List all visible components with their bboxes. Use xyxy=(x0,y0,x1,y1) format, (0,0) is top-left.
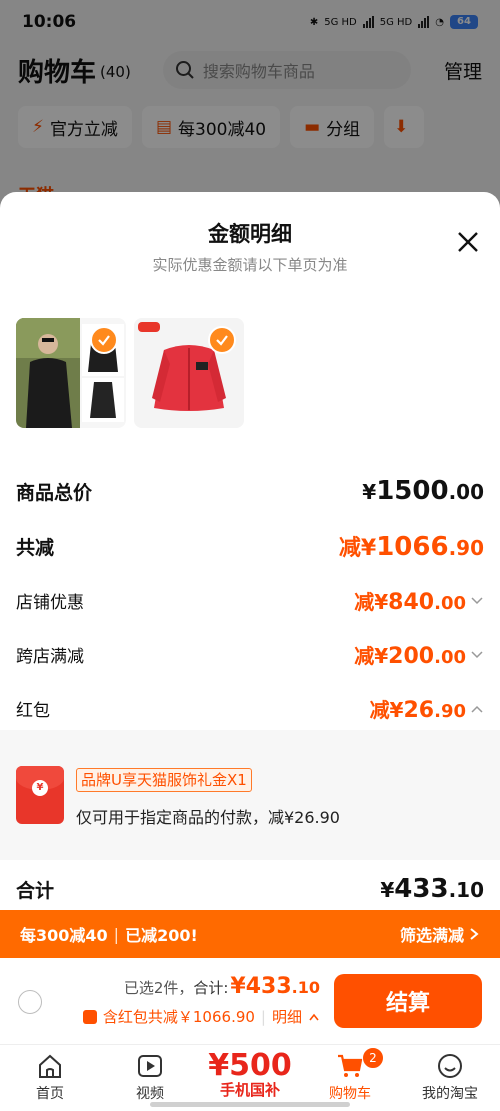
amount-detail-sheet: 金额明细 实际优惠金额请以下单页为准 商品总价 ¥ 1500 .00 共减 减¥… xyxy=(0,192,500,910)
promo-rule: 每300减40 xyxy=(20,926,108,945)
sheet-title: 金额明细 xyxy=(208,222,292,246)
shop-discount-value: 减¥ 840 .00 xyxy=(354,586,484,615)
row-label: 店铺优惠 xyxy=(16,593,84,613)
tab-home[interactable]: 首页 xyxy=(0,1045,100,1111)
discount-summary[interactable]: 含红包共减￥1066.90 | 明细 xyxy=(82,1006,320,1027)
row-label: 共减 xyxy=(16,536,55,559)
promo-saved: 已减200! xyxy=(125,926,198,945)
sum-value: ¥ 433 .10 xyxy=(380,874,484,904)
filter-discount-link[interactable]: 筛选满减 xyxy=(400,922,480,946)
chevron-up-icon xyxy=(309,1013,319,1020)
selection-summary: 已选2件， 合计: ¥433 .10 xyxy=(123,974,320,999)
select-all-checkbox[interactable] xyxy=(18,990,42,1014)
tab-my-taobao[interactable]: 我的淘宝 xyxy=(400,1045,500,1111)
row-shop-discount[interactable]: 店铺优惠 减¥ 840 .00 xyxy=(16,586,484,615)
coupon-tag: 品牌U享天猫服饰礼金X1 xyxy=(76,768,252,792)
chevron-down-icon xyxy=(471,650,483,658)
checkout-button[interactable]: 结算 xyxy=(334,974,482,1028)
close-icon[interactable] xyxy=(456,230,480,254)
row-label: 红包 xyxy=(16,701,50,721)
row-label: 跨店满减 xyxy=(16,647,84,667)
row-label: 商品总价 xyxy=(16,481,93,504)
checkout-total: ¥433 xyxy=(230,974,292,999)
red-packet-value: 减¥ 26 .90 xyxy=(370,694,484,723)
promo-bar: 每300减40 | 已减200! 筛选满减 xyxy=(0,910,500,958)
row-total-price: 商品总价 ¥ 1500 .00 xyxy=(16,476,484,506)
promo-amount: ¥500 xyxy=(208,1048,292,1083)
total-reduction-value: 减¥ 1066 .90 xyxy=(338,532,484,562)
row-sum: 合计 ¥ 433 .10 xyxy=(16,874,484,904)
selected-products xyxy=(16,318,244,428)
cart-badge: 2 xyxy=(362,1047,384,1069)
row-cross-store[interactable]: 跨店满减 减¥ 200 .00 xyxy=(16,640,484,669)
detail-toggle[interactable]: 明细 xyxy=(272,1006,302,1027)
total-price-value: ¥ 1500 .00 xyxy=(362,476,484,506)
product-thumb-black-jacket[interactable] xyxy=(16,318,126,428)
row-red-packet[interactable]: 红包 减¥ 26 .90 xyxy=(16,694,484,723)
sheet-subtitle: 实际优惠金额请以下单页为准 xyxy=(152,256,348,274)
coupon-description: 仅可用于指定商品的付款，减¥26.90 xyxy=(76,808,340,827)
promo-label: 手机国补 xyxy=(219,1081,280,1099)
chevron-right-icon xyxy=(470,928,479,940)
profile-icon xyxy=(438,1054,462,1078)
video-icon xyxy=(138,1055,162,1077)
selected-check-icon[interactable] xyxy=(90,326,118,354)
red-packet-icon xyxy=(82,1009,97,1024)
chevron-up-icon xyxy=(471,705,483,713)
sum-label: 合计 xyxy=(16,880,55,902)
product-thumb-red-jacket[interactable] xyxy=(134,318,244,428)
home-indicator xyxy=(150,1102,350,1107)
chevron-down-icon xyxy=(471,596,483,604)
selected-check-icon[interactable] xyxy=(208,326,236,354)
checkout-bar: 已选2件， 合计: ¥433 .10 含红包共减￥1066.90 | 明细 结算 xyxy=(0,958,500,1044)
red-packet-detail: ¥ 品牌U享天猫服饰礼金X1 仅可用于指定商品的付款，减¥26.90 xyxy=(0,730,500,860)
row-total-reduction: 共减 减¥ 1066 .90 xyxy=(16,530,484,562)
cross-store-value: 减¥ 200 .00 xyxy=(354,640,484,669)
red-envelope-icon: ¥ xyxy=(16,766,64,824)
home-icon xyxy=(39,1054,61,1078)
bottom-tab-bar: 首页 视频 ¥500 手机国补 购物车 2 我的淘宝 xyxy=(0,1044,500,1111)
cart-icon xyxy=(338,1054,363,1077)
